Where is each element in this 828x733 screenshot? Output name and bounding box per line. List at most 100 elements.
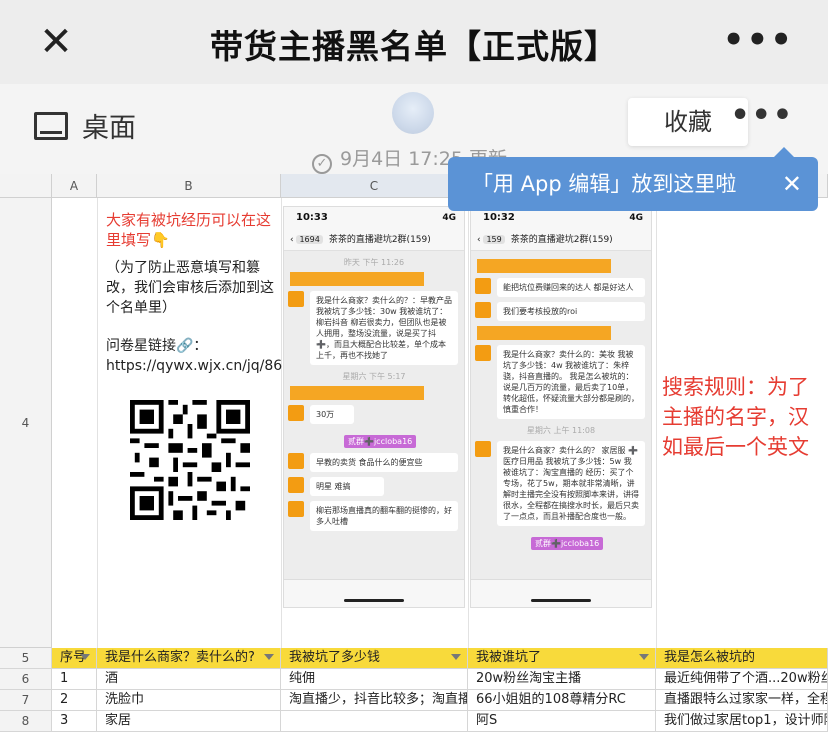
chat-message: 柳岩那场直播真的翻车翻的挺惨的，好多人吐槽 (288, 501, 458, 531)
row-header-7[interactable]: 7 (0, 690, 52, 711)
search-rule-line: 主播的名字，汉 (662, 405, 809, 429)
table-cell[interactable]: 66小姐姐的108尊精分RC (468, 690, 656, 711)
table-row: 7 2 洗脸巾 淘直播少，抖音比较多；淘直播6 66小姐姐的108尊精分RC 直… (0, 690, 828, 711)
header-label: 我是怎么被坑的 (664, 650, 756, 665)
chat-title: 茶茶的直播避坑2群(159) (328, 235, 431, 245)
qr-code-image (130, 400, 250, 520)
table-cell[interactable]: 淘直播少，抖音比较多；淘直播6 (281, 690, 468, 711)
desktop-icon[interactable] (34, 112, 68, 140)
chat-message: 30万 (288, 405, 354, 424)
header-label: 我被谁坑了 (476, 650, 542, 665)
chat-screenshot-1: 10:33 4G ‹ 1694 茶茶的直播避坑2群(159) 昨天 下午 11:26… (283, 206, 465, 608)
table-cell[interactable]: 直播跟特么过家家一样，全程找 (656, 690, 828, 711)
home-indicator (531, 599, 591, 602)
timestamp: 昨天 下午 11:26 (343, 258, 405, 267)
chat-input-bar (284, 579, 464, 607)
chat-tag: 贰群➕jccloba16 (284, 429, 464, 448)
table-cell[interactable]: 我们做过家居top1，设计师阿S (656, 711, 828, 732)
table-cell[interactable]: 3 (52, 711, 97, 732)
chat-message: 能把坑位费赚回来的达人 都是好达人 (475, 278, 645, 297)
table-cell[interactable]: 最近纯佣带了个酒...20w粉丝淘 (656, 669, 828, 690)
table-row: 8 3 家居 阿S 我们做过家居top1，设计师阿S (0, 711, 828, 732)
grid-line (656, 198, 657, 648)
chat-header: ‹ 159 茶茶的直播避坑2群(159) (471, 229, 651, 251)
table-row: 6 1 酒 纯佣 20w粉丝淘宝主播 最近纯佣带了个酒...20w粉丝淘 (0, 669, 828, 690)
table-cell[interactable]: 家居 (97, 711, 281, 732)
row-header-6[interactable]: 6 (0, 669, 52, 690)
table-cell[interactable]: 酒 (97, 669, 281, 690)
redacted-name (477, 326, 611, 340)
table-cell[interactable]: 20w粉丝淘宝主播 (468, 669, 656, 690)
home-indicator (344, 599, 404, 602)
filter-icon[interactable] (80, 654, 90, 660)
select-all-corner[interactable] (0, 174, 52, 198)
row-header-5[interactable]: 5 (0, 648, 52, 669)
chat-message: 我是什么商家？卖什么的？ 家居服 ➕医疗日用品 我被坑了多少钱：5w 我被谁坑了… (475, 441, 645, 526)
grid-line (468, 198, 469, 648)
unread-badge: 1694 (296, 235, 323, 244)
review-note: （为了防止恶意填写和篡改，我们会审核后添加到这个名单里） 问卷星链接🔗： htt… (106, 248, 282, 376)
tooltip-close-icon[interactable]: ✕ (782, 157, 802, 211)
status-bar: 10:33 4G (284, 207, 464, 229)
redacted-name (290, 272, 424, 286)
table-header-cell[interactable]: 我是怎么被坑的 (656, 648, 828, 669)
survey-link[interactable]: https://qywx.wjx.cn/jq/86 (106, 356, 282, 376)
table-cell[interactable]: 洗脸巾 (97, 690, 281, 711)
chat-message: 我是什么商家？卖什么的：美妆 我被坑了多少钱：4w 我被谁坑了：朱梓骁，抖音直播… (475, 345, 645, 419)
column-header-a[interactable]: A (52, 174, 97, 198)
chat-input-bar (471, 579, 651, 607)
table-header-cell[interactable]: 序号 (52, 648, 97, 669)
chat-title: 茶茶的直播避坑2群(159) (510, 235, 613, 245)
review-text: （为了防止恶意填写和篡改，我们会审核后添加到这个名单里） (106, 260, 274, 316)
contact-tag: 贰群➕jccloba16 (344, 435, 417, 448)
timestamp: 星期六 下午 5:17 (342, 372, 406, 381)
table-header-row: 5 序号 我是什么商家？卖什么的? 我被坑了多少钱 我被谁坑了 我是怎么被坑的 (0, 648, 828, 669)
header-label: 我被坑了多少钱 (289, 650, 381, 665)
check-circle-icon: ✓ (312, 154, 332, 174)
title-bar: ✕ 带货主播黑名单【正式版】 ••• (0, 0, 828, 84)
more-icon[interactable]: ••• (723, 20, 794, 60)
tooltip-text: 「用 App 编辑」放到这里啦 (472, 172, 737, 196)
submission-note: 大家有被坑经历可以在这里填写👇 (106, 211, 272, 249)
redacted-name (477, 259, 611, 273)
column-header-b[interactable]: B (97, 174, 281, 198)
column-header-c[interactable]: C (281, 174, 468, 198)
table-cell[interactable]: 2 (52, 690, 97, 711)
chat-screenshot-2: 10:32 4G ‹ 159 茶茶的直播避坑2群(159) 能把坑位费赚回来的达人 … (470, 206, 652, 608)
table-header-cell[interactable]: 我是什么商家？卖什么的? (97, 648, 281, 669)
more-options-icon[interactable]: ••• (730, 98, 794, 133)
table-cell[interactable]: 阿S (468, 711, 656, 732)
table-cell[interactable] (281, 711, 468, 732)
desktop-label[interactable]: 桌面 (82, 106, 136, 145)
timestamp: 星期六 上午 11:08 (526, 426, 596, 435)
table-header-cell[interactable]: 我被坑了多少钱 (281, 648, 468, 669)
header-label: 我是什么商家？卖什么的? (105, 650, 255, 665)
chat-message: 我是什么商家？卖什么的？：早教产品 我被坑了多少钱：30w 我被谁坑了：柳岩抖音… (288, 291, 458, 365)
search-rule-line: 如最后一个英文 (662, 435, 809, 459)
filter-icon[interactable] (451, 654, 461, 660)
search-rule-line: 搜索规则：为了 (662, 375, 809, 399)
chat-message: 早教的卖货 食品什么的便宜些 (288, 453, 458, 472)
chat-message: 我们要考核投放的roi (475, 302, 645, 321)
link-label: 问卷星链接🔗： (106, 338, 208, 354)
table-cell[interactable]: 纯佣 (281, 669, 468, 690)
search-rule-note: 搜索规则：为了 主播的名字，汉 如最后一个英文 (662, 372, 828, 462)
chat-header: ‹ 1694 茶茶的直播避坑2群(159) (284, 229, 464, 251)
unread-badge: 159 (483, 235, 505, 244)
chat-message: 明星 难搞 (288, 477, 384, 496)
app-edit-tooltip: 「用 App 编辑」放到这里啦 ✕ (448, 147, 818, 211)
filter-icon[interactable] (639, 654, 649, 660)
redacted-name (290, 386, 424, 400)
status-time: 10:33 (296, 212, 328, 223)
page-title: 带货主播黑名单【正式版】 (210, 27, 618, 66)
spreadsheet[interactable]: A B C 4 大家有被坑经历可以在这里填写👇 （为了防止恶意填写和篡改，我们会… (0, 174, 828, 733)
row-header-8[interactable]: 8 (0, 711, 52, 732)
contact-tag: 贰群➕jccloba16 (531, 537, 604, 550)
status-time: 10:32 (483, 212, 515, 223)
chat-tag: 贰群➕jccloba16 (471, 531, 651, 550)
table-header-cell[interactable]: 我被谁坑了 (468, 648, 656, 669)
row-header-4[interactable]: 4 (0, 198, 52, 648)
filter-icon[interactable] (264, 654, 274, 660)
table-cell[interactable]: 1 (52, 669, 97, 690)
avatar[interactable] (392, 92, 434, 134)
